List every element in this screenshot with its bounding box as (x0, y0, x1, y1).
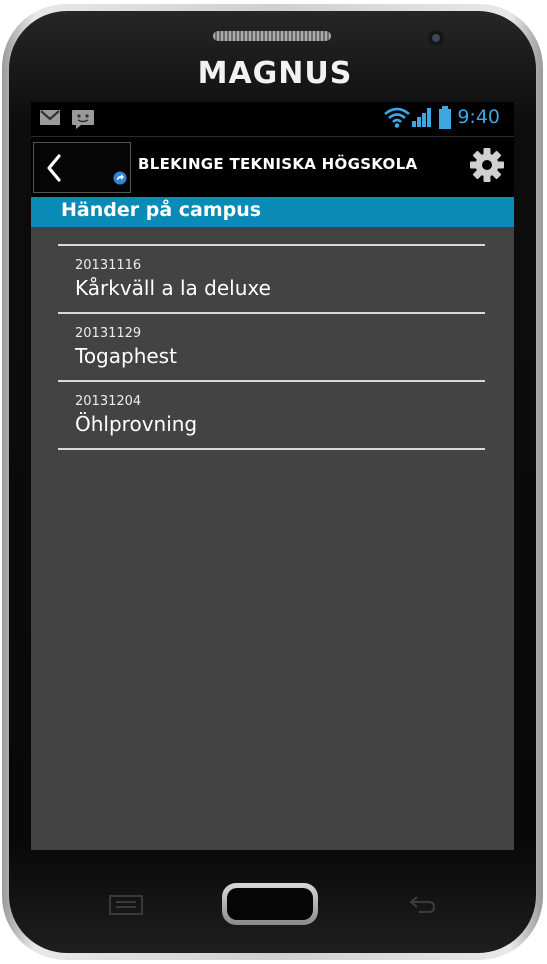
section-header: Händer på campus (31, 197, 514, 227)
back-key-icon[interactable] (407, 893, 437, 919)
back-button[interactable] (33, 142, 131, 193)
list-item[interactable]: 20131204 Öhlprovning (58, 382, 485, 448)
device-brand-logo: MAGNUS (197, 56, 353, 91)
chevron-left-icon (44, 153, 64, 187)
refresh-badge-icon (113, 170, 127, 189)
action-bar: BLEKINGE TEKNISKA HÖGSKOLA (31, 136, 514, 198)
list-item[interactable]: 20131129 Togaphest (58, 314, 485, 380)
app-screen: 9:40 BLEKINGE TEKNISKA HÖGSKOLA Händer p… (31, 102, 514, 850)
signal-icon (411, 107, 433, 131)
event-date: 20131129 (75, 326, 142, 341)
section-title: Händer på campus (61, 199, 262, 221)
wifi-icon (383, 106, 411, 132)
event-title: Togaphest (75, 344, 177, 368)
messaging-icon (71, 109, 95, 133)
list-divider (58, 448, 485, 450)
battery-icon (438, 106, 452, 134)
gear-icon[interactable] (468, 146, 506, 188)
menu-key-icon[interactable] (109, 895, 143, 919)
event-date: 20131204 (75, 394, 142, 409)
event-list: 20131116 Kårkväll a la deluxe 20131129 T… (58, 244, 485, 450)
event-title: Öhlprovning (75, 412, 198, 436)
gmail-icon (39, 109, 61, 130)
event-date: 20131116 (75, 258, 142, 273)
status-bar: 9:40 (31, 102, 514, 136)
status-clock: 9:40 (457, 106, 500, 128)
list-item[interactable]: 20131116 Kårkväll a la deluxe (58, 246, 485, 312)
home-button-face (227, 888, 313, 920)
earpiece-speaker (213, 31, 331, 41)
event-title: Kårkväll a la deluxe (75, 276, 271, 300)
front-camera (428, 30, 444, 46)
home-button[interactable] (222, 883, 318, 925)
school-title: BLEKINGE TEKNISKA HÖGSKOLA (138, 155, 418, 173)
